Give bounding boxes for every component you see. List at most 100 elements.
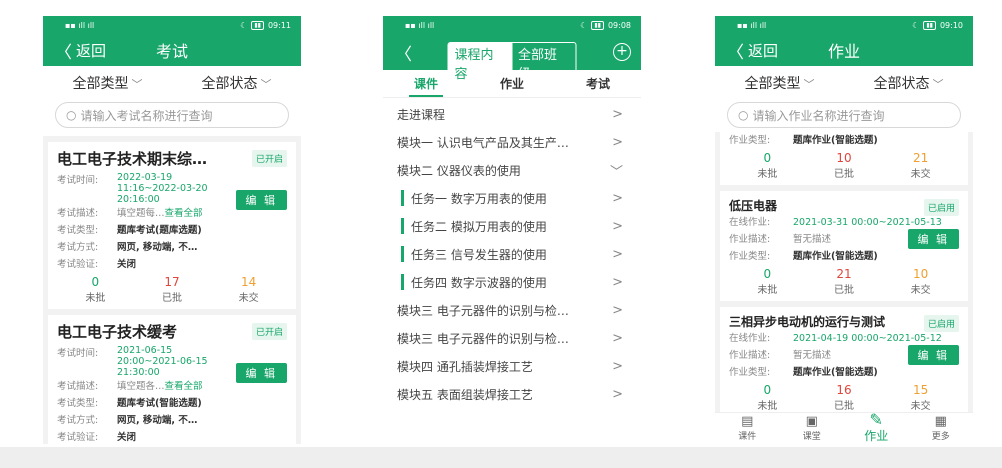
tab-label: 更多 (931, 432, 950, 442)
filter-status-dropdown[interactable]: 全部状态 ﹀ (202, 73, 272, 93)
course-module-item[interactable]: 模块三 电子元器件的识别与检… > (383, 296, 641, 324)
stat-caption: 已批 (833, 169, 854, 180)
stat-num: 0 (763, 151, 772, 165)
stat-num: 21 (913, 151, 929, 165)
course-module-item[interactable]: 模块四 通孔插装焊接工艺 > (383, 352, 641, 380)
stat-unmarked[interactable]: 0 未批 (85, 275, 105, 304)
course-task-item[interactable]: 任务一 数字万用表的使用 > (383, 184, 641, 212)
more-icon: ▦ (934, 414, 947, 429)
exam-time-line: 21:30:00 (117, 367, 160, 378)
tab-classroom[interactable]: ▣ 课堂 (787, 415, 837, 443)
back-button[interactable]: 〈 (395, 40, 416, 65)
hw-type: 题库作业(智能选题) (793, 135, 878, 146)
edit-button[interactable]: 编 辑 (907, 229, 959, 249)
search-input[interactable]: ○ 请输入考试名称进行查询 (55, 102, 289, 128)
stat-caption: 未批 (757, 169, 778, 180)
add-icon[interactable]: + (613, 43, 631, 61)
course-item-label: 模块五 表面组装焊接工艺 (397, 387, 533, 402)
phone-exam-screen: ▪▪ ıll ıll ☾ ▮▮ 09:11 〈返回 考试 全部类型 ﹀ 全部状态 ﹀ ○… (43, 16, 301, 444)
edit-button[interactable]: 编 辑 (235, 190, 287, 210)
exam-method: 网页, 移动端, 不… (117, 415, 198, 426)
stat-num: 10 (836, 151, 852, 165)
exam-time-line: 20:00~2021-06-15 (117, 356, 208, 367)
tab-courseware[interactable]: ▤ 课件 (722, 415, 772, 443)
search-placeholder: 请输入考试名称进行查询 (80, 108, 213, 123)
alarm-icon: ☾ (240, 20, 248, 30)
filter-type-dropdown[interactable]: 全部类型 ﹀ (73, 73, 143, 93)
signal-icon: ▪▪ ıll ıll (405, 20, 435, 30)
homework-icon: ✎ (869, 410, 883, 429)
hw-stats: 0 未批 10 已批 21 未交 (729, 149, 959, 180)
course-task-item[interactable]: 任务三 信号发生器的使用 > (383, 240, 641, 268)
filter-status-dropdown[interactable]: 全部状态 ﹀ (874, 73, 944, 93)
course-module-item[interactable]: 模块二 仪器仪表的使用 ﹀ (383, 156, 641, 184)
tab-exam[interactable]: 考试 (555, 70, 641, 97)
tab-homework[interactable]: ✎ 作业 (851, 410, 901, 444)
course-module-item[interactable]: 模块三 电子元器件的识别与检… > (383, 324, 641, 352)
page-title: 考试 (155, 42, 188, 61)
stat-marked[interactable]: 17 已批 (162, 275, 182, 304)
chevron-down-icon: ﹀ (803, 78, 815, 91)
homework-card[interactable]: 三相异步电动机的运行与测试 已启用 在线作业: 2021-04-19 00:00… (720, 307, 968, 417)
hw-type-row: 作业类型: 题库作业(智能选题) (729, 364, 959, 381)
stat-marked[interactable]: 16 已批 (834, 383, 854, 412)
filter-bar: 全部类型 ﹀ 全部状态 ﹀ (43, 66, 301, 100)
course-item-label: 模块三 电子元器件的识别与检… (397, 303, 569, 318)
exam-method-label: 考试方式: (57, 415, 99, 426)
stat-caption: 未交 (238, 293, 259, 304)
filter-bar: 全部类型 ﹀ 全部状态 ﹀ (715, 66, 973, 100)
stat-num: 15 (913, 383, 929, 397)
course-module-item[interactable]: 模块五 表面组装焊接工艺 > (383, 380, 641, 408)
tab-courseware[interactable]: 课件 (383, 70, 469, 97)
stat-not-submitted[interactable]: 10 未交 (911, 267, 931, 296)
stat-not-submitted[interactable]: 21 未交 (911, 151, 931, 180)
course-list: 走进课程 > 模块一 认识电气产品及其生产… > 模块二 仪器仪表的使用 ﹀ 任务一 数字万… (383, 98, 641, 408)
exam-desc-label: 考试描述: (57, 381, 99, 392)
hw-title: 低压电器 (729, 199, 778, 213)
stat-num: 21 (836, 267, 852, 281)
edit-button[interactable]: 编 辑 (235, 363, 287, 383)
tab-bar: 课件 作业 考试 (383, 70, 641, 98)
chevron-right-icon: > (612, 134, 623, 150)
chevron-down-icon: ﹀ (932, 78, 944, 91)
course-module-item[interactable]: 模块一 认识电气产品及其生产… > (383, 128, 641, 156)
signal-icon: ▪▪ ıll ıll (737, 20, 767, 30)
chevron-right-icon: > (612, 274, 623, 290)
homework-card-partial[interactable]: 作业类型: 题库作业(智能选题) 0 未批 10 已批 21 未交 (720, 132, 968, 185)
stat-not-submitted[interactable]: 15 未交 (911, 383, 931, 412)
hw-type-label: 作业类型: (729, 251, 771, 262)
stat-marked[interactable]: 10 已批 (834, 151, 854, 180)
course-item-label: 模块四 通孔插装焊接工艺 (397, 359, 533, 374)
tab-homework[interactable]: 作业 (469, 70, 555, 97)
tab-more[interactable]: ▦ 更多 (916, 414, 966, 443)
edit-button[interactable]: 编 辑 (907, 345, 959, 365)
exam-card[interactable]: 电工电子技术缓考 已开启 考试时间: 2021-06-15 20:00~2021… (48, 315, 296, 444)
course-module-item[interactable]: 走进课程 > (383, 100, 641, 128)
exam-card[interactable]: 电工电子技术期末综… 已开启 考试时间: 2022-03-19 11:16~20… (48, 142, 296, 309)
exam-stats: 0 未批 17 已批 14 未交 (57, 273, 287, 304)
exam-verify-label: 考试验证: (57, 432, 99, 443)
view-all-link[interactable]: 查看全部 (165, 208, 203, 219)
hw-title: 三相异步电动机的运行与测试 (729, 315, 886, 329)
exam-verify: 关闭 (117, 259, 137, 270)
course-task-item[interactable]: 任务四 数字示波器的使用 > (383, 268, 641, 296)
stat-unmarked[interactable]: 0 未批 (757, 383, 777, 412)
hw-desc-label: 作业描述: (729, 234, 771, 245)
filter-status-label: 全部状态 (201, 76, 258, 92)
stat-marked[interactable]: 21 已批 (834, 267, 854, 296)
stat-not-submitted[interactable]: 14 未交 (239, 275, 259, 304)
search-input[interactable]: ○ 请输入作业名称进行查询 (727, 102, 961, 128)
status-badge: 已开启 (251, 323, 287, 340)
tab-label: 课件 (738, 432, 757, 442)
status-bar: ▪▪ ıll ıll ☾ ▮▮ 09:10 (715, 16, 973, 34)
exam-time-value: 2022-03-19 11:16~2022-03-20 20:16:00 (117, 172, 208, 205)
course-task-item[interactable]: 任务二 模拟万用表的使用 > (383, 212, 641, 240)
page-title: 作业 (827, 42, 860, 61)
phone-course-screen: ▪▪ ıll ıll ☾ ▮▮ 09:08 〈 课程内容 全部班级 + 课件 作业 … (383, 16, 641, 444)
stat-unmarked[interactable]: 0 未批 (757, 151, 777, 180)
stat-num: 16 (836, 383, 852, 397)
view-all-link[interactable]: 查看全部 (165, 381, 203, 392)
stat-unmarked[interactable]: 0 未批 (757, 267, 777, 296)
filter-type-dropdown[interactable]: 全部类型 ﹀ (745, 73, 815, 93)
homework-card[interactable]: 低压电器 已启用 在线作业: 2021-03-31 00:00~2021-05-… (720, 191, 968, 301)
